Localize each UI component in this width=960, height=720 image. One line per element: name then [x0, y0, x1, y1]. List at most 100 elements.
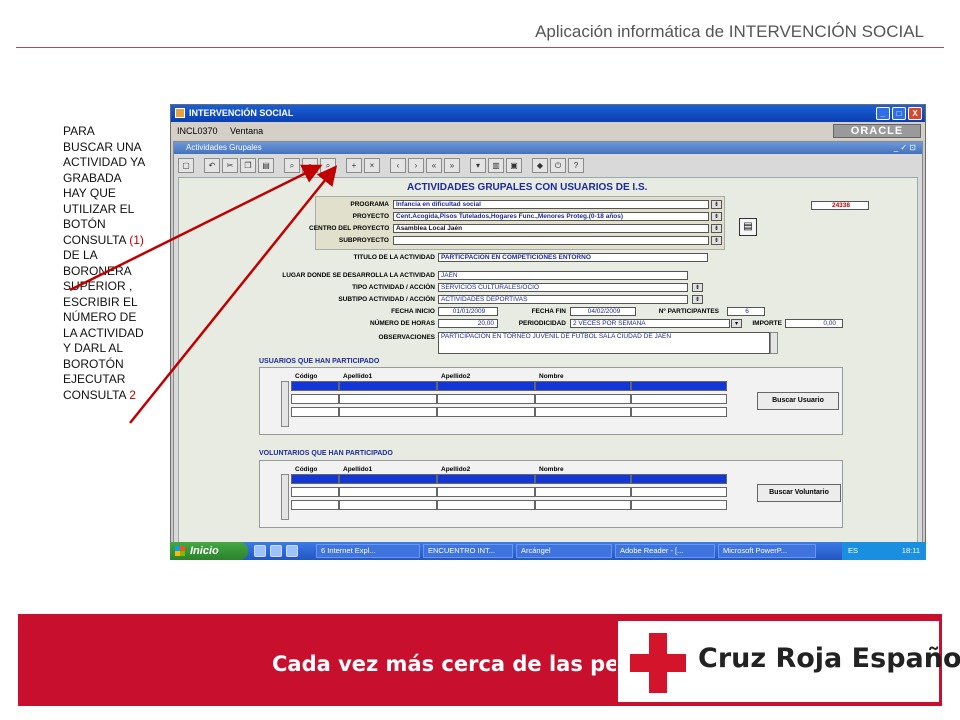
tipo-field[interactable]: SERVICIOS CULTURALES/OCIO: [438, 283, 688, 292]
usuarios-title: USUARIOS QUE HAN PARTICIPADO: [259, 358, 380, 365]
usuarios-row-cell[interactable]: [339, 407, 437, 417]
usuarios-row-cell[interactable]: [437, 394, 535, 404]
participantes-field[interactable]: 6: [727, 307, 765, 316]
usuarios-row-cell[interactable]: [535, 394, 631, 404]
usuarios-row-cell[interactable]: [535, 407, 631, 417]
voluntarios-scrollbar[interactable]: [281, 474, 289, 520]
close-button[interactable]: X: [908, 107, 922, 120]
insert-record-button[interactable]: +: [346, 157, 362, 173]
periodicidad-dropdown-icon[interactable]: ▾: [731, 319, 742, 328]
periodicidad-select[interactable]: 2 VECES POR SEMANA: [570, 319, 730, 328]
paste-button[interactable]: ▤: [258, 157, 274, 173]
centro-lov-button[interactable]: ⇟: [711, 224, 722, 233]
task-internet-explorer[interactable]: 6 Internet Expl...: [316, 544, 420, 558]
voluntarios-row-cell[interactable]: [631, 474, 727, 484]
subproyecto-field[interactable]: [393, 236, 709, 245]
subwindow-controls[interactable]: _ ✓ ⊡: [894, 142, 916, 154]
programa-lov-button[interactable]: ⇟: [711, 200, 722, 209]
usuarios-row-cell[interactable]: [291, 381, 339, 391]
usuarios-row-cell[interactable]: [631, 381, 727, 391]
next-block-button[interactable]: »: [444, 157, 460, 173]
usuarios-row-cell[interactable]: [291, 394, 339, 404]
voluntarios-row-cell[interactable]: [339, 487, 437, 497]
proyecto-field[interactable]: Cent.Acogida,Pisos Tutelados,Hogares Fun…: [393, 212, 709, 221]
subwindow-titlebar[interactable]: Actividades Grupales _ ✓ ⊡: [174, 142, 922, 154]
voluntarios-row-cell[interactable]: [631, 500, 727, 510]
undo-button[interactable]: ↶: [204, 157, 220, 173]
edit-button[interactable]: ▥: [488, 157, 504, 173]
task-powerpoint[interactable]: Microsoft PowerP...: [718, 544, 816, 558]
voluntarios-row-cell[interactable]: [291, 500, 339, 510]
cancel-query-button[interactable]: ⌕: [320, 157, 336, 173]
proyecto-lov-button[interactable]: ⇟: [711, 212, 722, 221]
record-number-field[interactable]: 24338: [811, 201, 869, 210]
usuarios-row-cell[interactable]: [339, 394, 437, 404]
voluntarios-row-cell[interactable]: [631, 487, 727, 497]
maximize-button[interactable]: □: [892, 107, 906, 120]
subtipo-field[interactable]: ACTIVIDADES DEPORTIVAS: [438, 295, 688, 304]
lugar-field[interactable]: JAÉN: [438, 271, 688, 280]
prev-block-button[interactable]: «: [426, 157, 442, 173]
usuarios-row-cell[interactable]: [437, 381, 535, 391]
usuarios-row-cell[interactable]: [535, 381, 631, 391]
usuarios-row-cell[interactable]: [291, 407, 339, 417]
voluntarios-row-cell[interactable]: [437, 500, 535, 510]
exit-button[interactable]: ⏻: [550, 157, 566, 173]
minimize-button[interactable]: _: [876, 107, 890, 120]
task-arcangel[interactable]: Arcángel: [516, 544, 612, 558]
delete-record-button[interactable]: ×: [364, 157, 380, 173]
language-indicator[interactable]: ES: [848, 542, 858, 560]
menu-item-ventana[interactable]: Ventana: [230, 126, 263, 136]
observaciones-field[interactable]: PARTICIPACIÓN EN TORNEO JUVENIL DE FUTBO…: [438, 332, 770, 354]
window-titlebar[interactable]: INTERVENCIÓN SOCIAL _ □ X: [171, 105, 925, 122]
subproyecto-lov-button[interactable]: ⇟: [711, 236, 722, 245]
usuarios-row-cell[interactable]: [631, 394, 727, 404]
document-icon[interactable]: ▤: [739, 218, 757, 236]
observaciones-scrollbar[interactable]: [770, 332, 778, 354]
titulo-field[interactable]: PARTICPACIÓN EN COMPETICIONES ENTORNO: [438, 253, 708, 262]
undo-icon: ↶: [208, 160, 216, 170]
help-button[interactable]: ?: [568, 157, 584, 173]
voluntarios-row-cell[interactable]: [535, 474, 631, 484]
tools-button[interactable]: ◆: [532, 157, 548, 173]
tipo-lov-button[interactable]: ⇟: [692, 283, 703, 292]
ie-icon[interactable]: [254, 545, 266, 557]
list-button[interactable]: ▾: [470, 157, 486, 173]
programa-field[interactable]: Infancia en dificultad social: [393, 200, 709, 209]
usuarios-row-cell[interactable]: [437, 407, 535, 417]
voluntarios-row-cell[interactable]: [291, 474, 339, 484]
buscar-voluntario-button[interactable]: Buscar Voluntario: [757, 484, 841, 502]
next-record-button[interactable]: ›: [408, 157, 424, 173]
desktop-icon[interactable]: [286, 545, 298, 557]
ie-icon[interactable]: [270, 545, 282, 557]
usuarios-scrollbar[interactable]: [281, 381, 289, 427]
voluntarios-row-cell[interactable]: [339, 474, 437, 484]
execute-query-button[interactable]: ⌕: [302, 157, 318, 173]
menu-item-module[interactable]: INCL0370: [177, 126, 218, 136]
centro-field[interactable]: Asamblea Local Jaén: [393, 224, 709, 233]
voluntarios-row-cell[interactable]: [437, 487, 535, 497]
fecha-fin-field[interactable]: 04/02/2009: [570, 307, 636, 316]
voluntarios-row-cell[interactable]: [437, 474, 535, 484]
importe-field[interactable]: 0,00: [785, 319, 843, 328]
voluntarios-row-cell[interactable]: [535, 487, 631, 497]
fecha-inicio-field[interactable]: 01/01/2009: [438, 307, 498, 316]
voluntarios-row-cell[interactable]: [339, 500, 437, 510]
buscar-usuario-button[interactable]: Buscar Usuario: [757, 392, 839, 410]
enter-query-button[interactable]: ⌕: [284, 157, 300, 173]
voluntarios-row-cell[interactable]: [291, 487, 339, 497]
voluntarios-row-cell[interactable]: [535, 500, 631, 510]
cut-button[interactable]: ✂: [222, 157, 238, 173]
usuarios-col-apellido1: Apellido1: [343, 373, 373, 380]
usuarios-row-cell[interactable]: [631, 407, 727, 417]
horas-field[interactable]: 20,00: [438, 319, 498, 328]
task-encuentro[interactable]: ENCUENTRO INT...: [423, 544, 513, 558]
task-adobe-reader[interactable]: Adobe Reader - [...: [615, 544, 715, 558]
usuarios-row-cell[interactable]: [339, 381, 437, 391]
copy-button[interactable]: ❐: [240, 157, 256, 173]
prev-record-button[interactable]: ‹: [390, 157, 406, 173]
start-button[interactable]: Inicio: [170, 542, 248, 560]
attach-button[interactable]: ▣: [506, 157, 522, 173]
save-button[interactable]: ▢: [178, 157, 194, 173]
subtipo-lov-button[interactable]: ⇟: [692, 295, 703, 304]
